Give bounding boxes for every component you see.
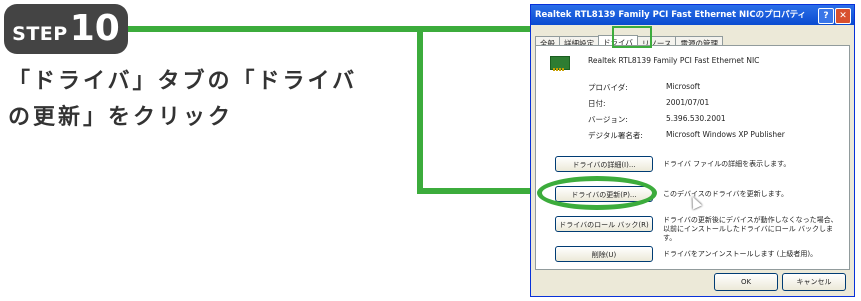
instruction-line-2: の更新」をクリック: [8, 105, 234, 130]
driver-details-button[interactable]: ドライバの詳細(I)...: [555, 156, 653, 172]
rollback-driver-button[interactable]: ドライバのロール バック(R): [555, 216, 653, 232]
step-number: 10: [69, 8, 120, 49]
ok-button[interactable]: OK: [714, 273, 778, 291]
info-label-date: 日付:: [588, 99, 606, 108]
step-word: STEP: [12, 23, 68, 45]
dialog-titlebar: Realtek RTL8139 Family PCI Fast Ethernet…: [531, 5, 854, 25]
info-value-signer: Microsoft Windows XP Publisher: [666, 130, 785, 139]
update-button-highlight-ellipse: [537, 176, 657, 210]
step-badge: STEP 10: [4, 4, 128, 54]
uninstall-driver-button[interactable]: 削除(U): [555, 246, 653, 262]
network-card-pins-icon: [553, 68, 565, 71]
properties-dialog: Realtek RTL8139 Family PCI Fast Ethernet…: [530, 4, 855, 297]
driver-tab-panel: Realtek RTL8139 Family PCI Fast Ethernet…: [535, 45, 850, 270]
connector-line-bottom: [417, 188, 537, 194]
cancel-button[interactable]: キャンセル: [782, 273, 846, 291]
info-value-date: 2001/07/01: [666, 98, 710, 107]
uninstall-driver-desc: ドライバをアンインストールします (上級者用)。: [663, 250, 818, 258]
info-value-version: 5.396.530.2001: [666, 114, 726, 123]
info-label-signer: デジタル署名者:: [588, 131, 643, 140]
info-label-provider: プロバイダ:: [588, 83, 628, 92]
close-button[interactable]: ✕: [835, 8, 851, 24]
rollback-driver-desc: ドライバの更新後にデバイスが動作しなくなった場合、以前にインストールしたドライバ…: [663, 216, 838, 242]
connector-line-vertical: [417, 26, 423, 194]
device-name: Realtek RTL8139 Family PCI Fast Ethernet…: [588, 56, 760, 65]
driver-details-desc: ドライバ ファイルの詳細を表示します。: [663, 160, 791, 168]
info-value-provider: Microsoft: [666, 82, 701, 91]
instruction-text: 「ドライバ」タブの「ドライバ の更新」をクリック: [8, 64, 408, 136]
driver-tab-highlight: [612, 26, 652, 48]
instruction-line-1: 「ドライバ」タブの「ドライバ: [8, 69, 358, 94]
dialog-title: Realtek RTL8139 Family PCI Fast Ethernet…: [535, 10, 807, 20]
info-label-version: バージョン:: [588, 115, 628, 124]
help-button[interactable]: ?: [818, 8, 834, 24]
